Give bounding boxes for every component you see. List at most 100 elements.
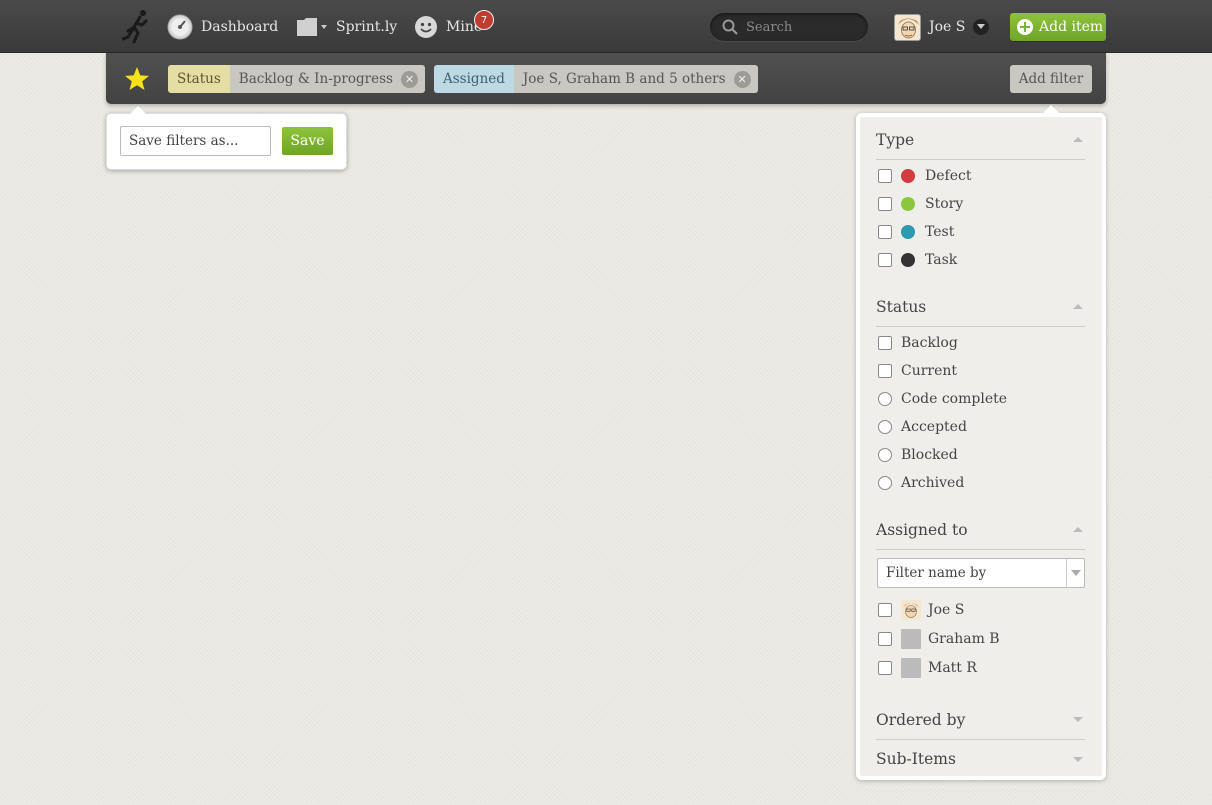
status-option-current[interactable]: Current — [878, 360, 957, 382]
assignee-label: Graham B — [928, 631, 1000, 647]
avatar-placeholder — [901, 658, 921, 678]
assigned-section-header[interactable]: Assigned to — [876, 510, 1085, 550]
remove-status-filter-close-icon[interactable]: ✕ — [400, 70, 418, 88]
status-option-label: Blocked — [901, 447, 958, 463]
status-option-label: Accepted — [901, 419, 967, 435]
sub-items-section-title: Sub-Items — [876, 750, 956, 768]
assigned-filter-label: Assigned — [434, 65, 514, 93]
type-section-title: Type — [876, 130, 915, 149]
mine-count-badge: 7 — [474, 10, 494, 30]
search-icon — [722, 19, 738, 35]
assigned-filter-value: Joe S, Graham B and 5 others — [522, 71, 726, 87]
folder-icon — [297, 18, 327, 36]
checkbox[interactable] — [878, 225, 892, 239]
search-box[interactable] — [710, 13, 868, 41]
checkbox[interactable] — [878, 169, 892, 183]
assignee-label: Joe S — [928, 602, 965, 618]
expand-arrow-icon — [1073, 717, 1083, 722]
save-filters-popover: Save — [106, 106, 347, 170]
type-option-label: Story — [925, 196, 964, 212]
radio-button[interactable] — [878, 476, 892, 490]
type-option-test[interactable]: Test — [878, 221, 954, 243]
checkbox[interactable] — [878, 364, 892, 378]
add-item-label: Add item — [1039, 19, 1104, 35]
defect-color-dot — [901, 169, 915, 183]
status-option-label: Current — [901, 363, 958, 379]
type-option-task[interactable]: Task — [878, 249, 957, 271]
type-option-story[interactable]: Story — [878, 193, 963, 215]
nav-dashboard[interactable]: Dashboard — [167, 13, 278, 41]
status-option-label: Backlog — [901, 335, 958, 351]
radio-button[interactable] — [878, 420, 892, 434]
status-option-backlog[interactable]: Backlog — [878, 332, 958, 354]
collapse-arrow-icon — [1073, 304, 1083, 309]
status-option-label: Code complete — [901, 391, 1008, 407]
collapse-arrow-icon — [1073, 527, 1083, 532]
filter-name-combobox[interactable] — [877, 558, 1085, 588]
status-filter-chip[interactable]: Status Backlog & In-progress ✕ — [168, 65, 425, 93]
runner-logo-icon[interactable] — [122, 9, 154, 45]
ordered-by-section-title: Ordered by — [876, 710, 966, 729]
radio-button[interactable] — [878, 392, 892, 406]
nav-dashboard-label: Dashboard — [201, 19, 279, 35]
type-section-header[interactable]: Type — [876, 120, 1085, 160]
speedometer-icon — [167, 14, 193, 40]
add-item-button[interactable]: Add item — [1010, 13, 1106, 41]
avatar — [894, 13, 921, 41]
type-option-label: Test — [925, 224, 955, 240]
save-filters-button[interactable]: Save — [282, 127, 333, 155]
smiley-face-icon — [415, 16, 437, 38]
star-icon[interactable] — [123, 65, 151, 93]
add-filter-button[interactable]: Add filter — [1010, 65, 1092, 93]
collapse-arrow-icon — [1073, 137, 1083, 142]
search-input[interactable] — [746, 19, 856, 35]
sub-items-section-header[interactable]: Sub-Items — [876, 739, 1085, 779]
status-option-code-complete[interactable]: Code complete — [878, 388, 1007, 410]
add-filter-panel: Type Defect Story Test Task Status Backl… — [856, 105, 1106, 780]
chevron-down-icon — [321, 25, 327, 29]
status-section-title: Status — [876, 297, 927, 316]
assignee-option-graham-b[interactable]: Graham B — [878, 628, 1000, 650]
save-filters-name-input[interactable] — [120, 126, 271, 156]
checkbox[interactable] — [878, 197, 892, 211]
chevron-down-icon[interactable] — [1066, 559, 1084, 587]
nav-project-label: Sprint.ly — [336, 19, 398, 35]
status-option-accepted[interactable]: Accepted — [878, 416, 967, 438]
top-navigation-bar: Dashboard Sprint.ly Mine 7 Search Joe S … — [0, 0, 1212, 53]
nav-project-switcher[interactable]: Sprint.ly — [296, 13, 397, 41]
user-name: Joe S — [929, 19, 966, 35]
assignee-option-matt-r[interactable]: Matt R — [878, 657, 977, 679]
status-filter-value: Backlog & In-progress — [238, 71, 393, 87]
status-option-label: Archived — [901, 475, 965, 491]
assigned-section-title: Assigned to — [876, 520, 968, 539]
status-option-blocked[interactable]: Blocked — [878, 444, 958, 466]
status-filter-value-wrap: Backlog & In-progress ✕ — [229, 65, 425, 93]
filter-name-input[interactable] — [878, 559, 1066, 587]
test-color-dot — [901, 225, 915, 239]
type-option-label: Task — [925, 252, 958, 268]
nav-mine[interactable]: Mine — [414, 13, 482, 41]
chevron-down-icon[interactable] — [973, 19, 990, 35]
status-section-header[interactable]: Status — [876, 287, 1085, 327]
avatar-placeholder — [901, 629, 921, 649]
assignee-option-joe-s[interactable]: Joe S — [878, 599, 964, 621]
story-color-dot — [901, 197, 915, 211]
user-menu[interactable]: Joe S — [894, 13, 990, 41]
type-option-label: Defect — [925, 168, 972, 184]
assigned-filter-chip[interactable]: Assigned Joe S, Graham B and 5 others ✕ — [434, 65, 758, 93]
ordered-by-section-header[interactable]: Ordered by — [876, 700, 1085, 740]
avatar — [901, 600, 921, 620]
checkbox[interactable] — [878, 661, 892, 675]
checkbox[interactable] — [878, 632, 892, 646]
checkbox[interactable] — [878, 253, 892, 267]
expand-arrow-icon — [1073, 756, 1083, 762]
assignee-label: Matt R — [928, 660, 977, 676]
status-filter-label: Status — [168, 65, 230, 93]
remove-assigned-filter-close-icon[interactable]: ✕ — [733, 70, 751, 88]
type-option-defect[interactable]: Defect — [878, 165, 971, 187]
status-option-archived[interactable]: Archived — [878, 472, 964, 494]
checkbox[interactable] — [878, 603, 892, 617]
checkbox[interactable] — [878, 336, 892, 350]
plus-icon — [1017, 19, 1033, 35]
radio-button[interactable] — [878, 448, 892, 462]
